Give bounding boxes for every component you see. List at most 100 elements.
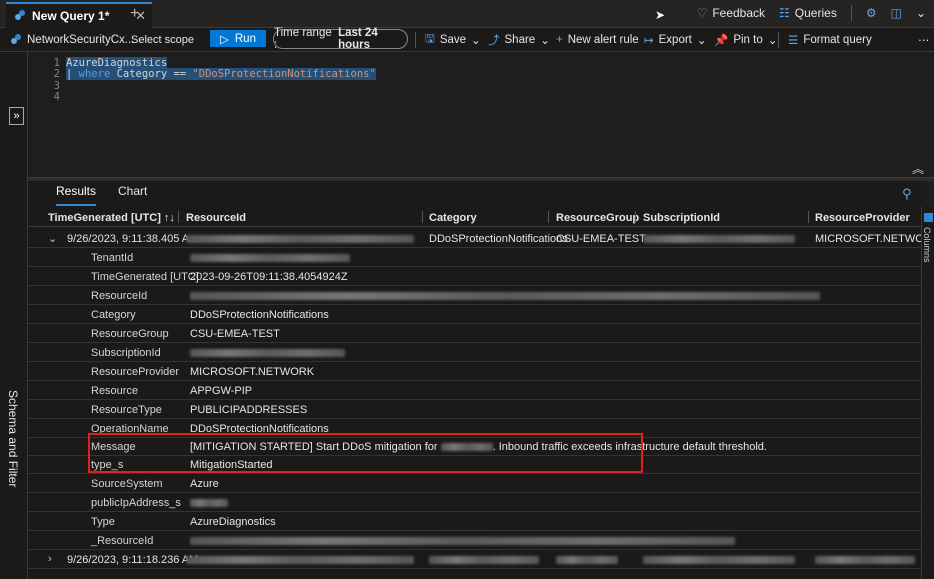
time-range-picker[interactable]: Time range : Last 24 hours <box>273 27 408 51</box>
format-query-button[interactable]: ☰ Format query <box>788 28 872 52</box>
query-tab-bar: New Query 1* ✕ + ➤ ♡ Feedback ☷ Queries … <box>0 0 934 28</box>
detail-key: TimeGenerated [UTC] <box>91 271 199 283</box>
time-range-label: Time range : <box>274 27 332 51</box>
code-string: "DDoSProtectionNotifications" <box>192 68 376 80</box>
search-icon[interactable]: ⚲ <box>902 186 912 202</box>
line-number: 2 <box>53 68 60 80</box>
detail-value: PUBLICIPADDRESSES <box>190 404 308 416</box>
new-alert-rule-button[interactable]: + New alert rule <box>556 28 639 52</box>
cell-category: DDoSProtectionNotifications <box>429 233 568 245</box>
select-scope-link[interactable]: Select scope <box>131 28 194 52</box>
query-toolbar: NetworkSecurityCx... Select scope ▷ Run … <box>0 27 934 52</box>
column-divider[interactable] <box>422 211 423 223</box>
columns-icon[interactable] <box>924 213 933 222</box>
chevron-down-icon: ⌄ <box>767 35 778 47</box>
book-icon[interactable]: ◫ <box>891 6 902 20</box>
collapse-editor-icon[interactable]: ︽ <box>912 160 924 177</box>
cell-time: 9/26/2023, 9:11:38.405 A... <box>67 233 199 245</box>
schema-filter-rail: » Schema and Filter <box>0 52 28 579</box>
save-button[interactable]: 🖫 Save ⌄ <box>425 28 481 52</box>
detail-value: CSU-EMEA-TEST <box>190 328 280 340</box>
col-resourceid[interactable]: ResourceId <box>186 212 246 224</box>
table-row[interactable]: › 9/26/2023, 9:11:18.236 AM <box>28 550 921 569</box>
scope-name: NetworkSecurityCx... <box>27 34 135 46</box>
detail-row: TenantId <box>28 248 921 267</box>
col-resourcegroup[interactable]: ResourceGroup <box>556 212 639 224</box>
detail-key: publicIpAddress_s <box>91 497 181 509</box>
detail-value: AzureDiagnostics <box>190 516 276 528</box>
query-editor[interactable]: 1 2 3 4 AzureDiagnostics | where Categor… <box>28 52 934 177</box>
detail-value <box>190 252 350 264</box>
pin-to-button[interactable]: 📌 Pin to ⌄ <box>714 28 777 52</box>
queries-label: Queries <box>794 6 837 20</box>
divider <box>415 32 416 48</box>
detail-row: ResourceGroup CSU-EMEA-TEST <box>28 324 921 343</box>
detail-value: APPGW-PIP <box>190 385 253 397</box>
column-divider[interactable] <box>548 211 549 223</box>
column-divider[interactable] <box>178 211 179 223</box>
detail-key: ResourceGroup <box>91 328 169 340</box>
divider <box>778 32 779 48</box>
detail-value: Azure <box>190 478 219 490</box>
share-label: Share <box>504 34 536 46</box>
detail-row: ResourceType PUBLICIPADDRESSES <box>28 400 921 419</box>
columns-rail: Columns <box>921 207 934 579</box>
detail-row: publicIpAddress_s <box>28 493 921 512</box>
tab-results[interactable]: Results <box>56 184 97 206</box>
plus-icon: + <box>556 34 563 46</box>
workspace-icon <box>10 33 22 48</box>
detail-key: SubscriptionId <box>91 347 161 359</box>
columns-label[interactable]: Columns <box>922 227 932 263</box>
column-divider[interactable] <box>635 211 636 223</box>
detail-row: TimeGenerated [UTC] 2023-09-26T09:11:38.4… <box>28 267 921 286</box>
run-button[interactable]: ▷ Run <box>210 30 266 47</box>
add-tab-icon[interactable]: + <box>130 5 139 23</box>
detail-row: ResourceId <box>28 286 921 305</box>
detail-key: Type <box>91 516 115 528</box>
chevron-down-icon[interactable]: ⌄ <box>916 6 926 20</box>
detail-row: Resource APPGW-PIP <box>28 381 921 400</box>
line-number: 4 <box>53 91 60 103</box>
detail-row: SourceSystem Azure <box>28 474 921 493</box>
code-keyword: where <box>78 68 111 80</box>
detail-key: Resource <box>91 385 139 397</box>
tab-chart[interactable]: Chart <box>118 184 147 206</box>
detail-row: Category DDoSProtectionNotifications <box>28 305 921 324</box>
feedback-button[interactable]: ♡ Feedback <box>697 6 765 20</box>
col-subscriptionid[interactable]: SubscriptionId <box>643 212 720 224</box>
format-label: Format query <box>803 34 872 46</box>
more-options-icon[interactable]: ⋯ <box>918 28 930 52</box>
tab-title: New Query 1* <box>32 9 110 23</box>
expand-panel-icon[interactable]: » <box>9 107 24 125</box>
mouse-cursor-icon: ➤ <box>655 8 666 22</box>
code-expr: Category == <box>110 68 193 80</box>
detail-row: _ResourceId <box>28 531 921 550</box>
schema-filter-label[interactable]: Schema and Filter <box>6 390 20 487</box>
format-lines-icon: ☰ <box>788 35 799 47</box>
save-label: Save <box>439 34 467 46</box>
detail-value: 2023-09-26T09:11:38.4054924Z <box>190 271 348 283</box>
detail-value <box>190 347 345 359</box>
detail-row: Type AzureDiagnostics <box>28 512 921 531</box>
share-button[interactable]: ⤴ Share ⌄ <box>488 28 550 52</box>
col-resourceprovider[interactable]: ResourceProvider <box>815 212 910 224</box>
detail-key: Category <box>91 309 136 321</box>
chevron-down-icon[interactable]: ⌄ <box>48 232 57 245</box>
cell-resourceprovider: MICROSOFT.NETWORK <box>815 233 934 245</box>
chevron-down-icon: ⌄ <box>540 35 550 47</box>
pin-icon: 📌 <box>714 35 729 47</box>
chevron-right-icon[interactable]: › <box>48 553 52 565</box>
col-category[interactable]: Category <box>429 212 477 224</box>
col-timegenerated[interactable]: TimeGenerated [UTC] ↑↓ <box>48 212 175 224</box>
settings-gear-icon[interactable]: ⚙ <box>866 6 877 20</box>
detail-row: SubscriptionId <box>28 343 921 362</box>
table-row[interactable]: ⌄ 9/26/2023, 9:11:38.405 A... DDoSProtec… <box>28 229 934 248</box>
scope-selector[interactable]: NetworkSecurityCx... <box>10 28 134 52</box>
run-label: Run <box>234 32 256 45</box>
export-button[interactable]: ↦ Export ⌄ <box>644 28 707 52</box>
play-icon: ▷ <box>220 33 229 46</box>
queries-button[interactable]: ☷ Queries <box>779 6 837 20</box>
pin-label: Pin to <box>733 34 763 46</box>
column-divider[interactable] <box>808 211 809 223</box>
detail-value <box>190 535 735 547</box>
